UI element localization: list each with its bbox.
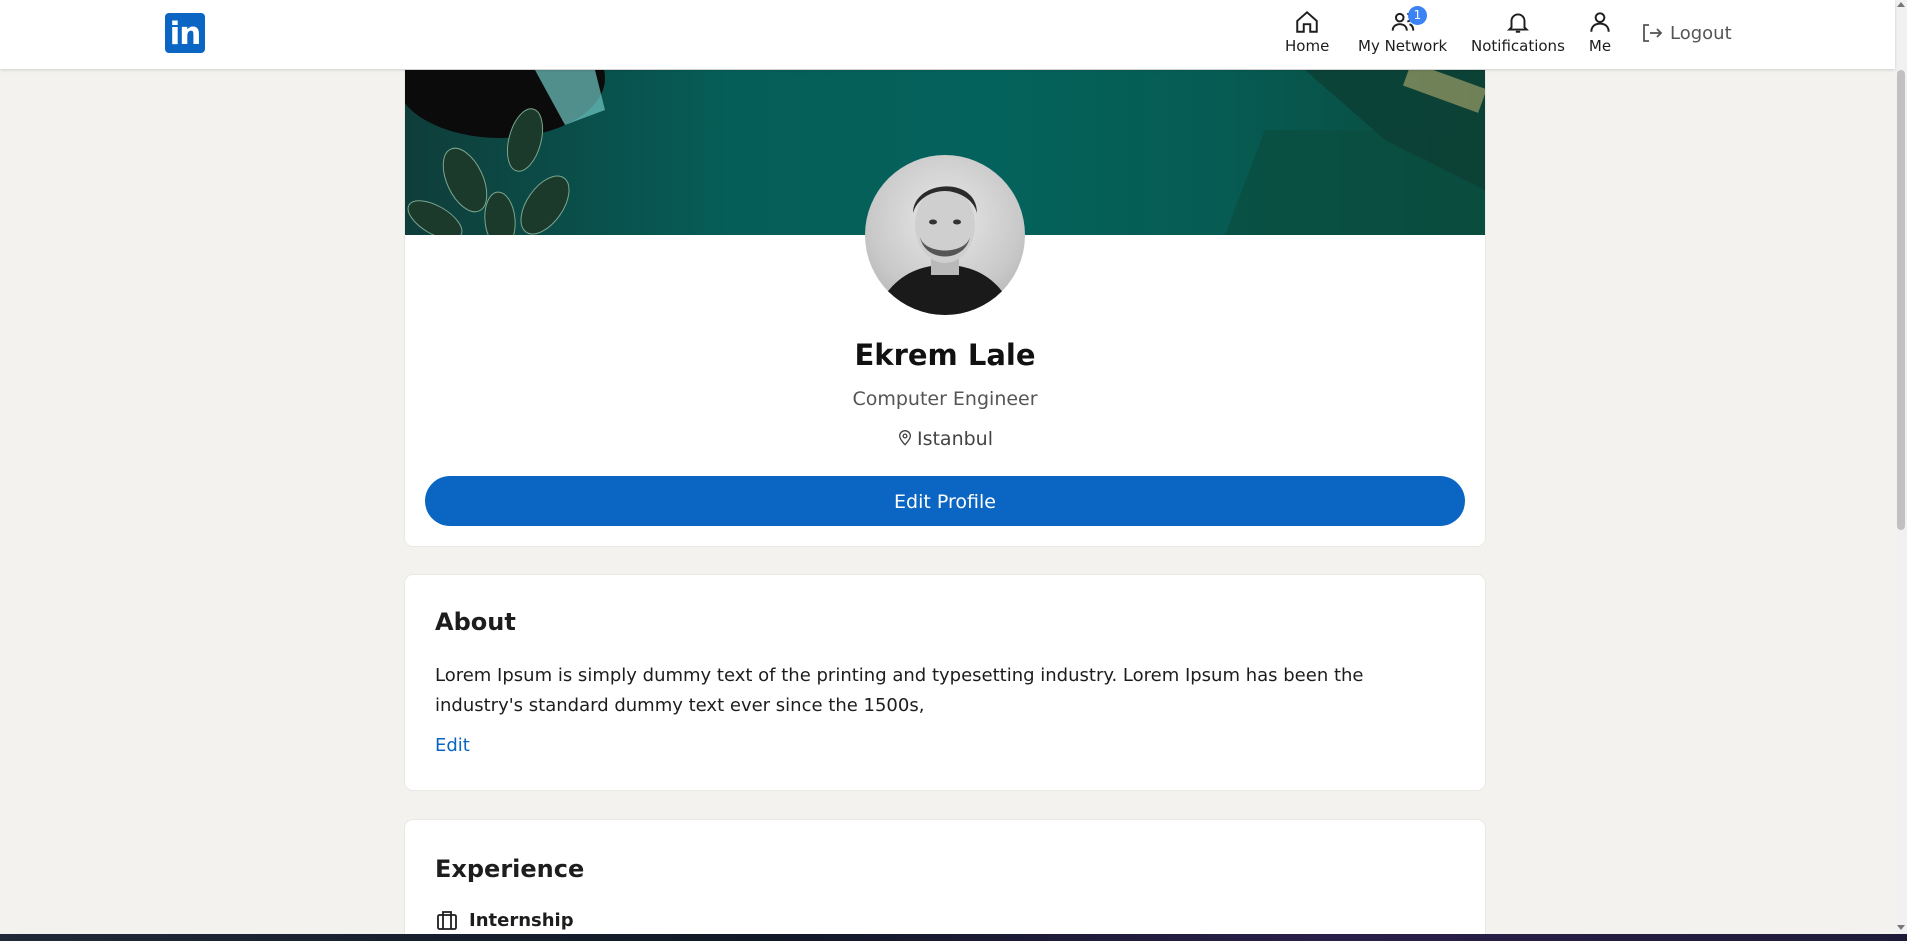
nav-my-network[interactable]: 1 My Network xyxy=(1358,6,1448,55)
avatar-portrait xyxy=(875,186,1015,315)
page-scrollbar[interactable] xyxy=(1895,0,1907,935)
about-edit-link[interactable]: Edit xyxy=(435,735,470,756)
user-icon xyxy=(1590,12,1610,32)
nav-me[interactable]: Me xyxy=(1587,9,1613,55)
linkedin-logo[interactable]: in xyxy=(165,13,205,53)
top-navbar: in Home 1 My Network Notifications Me Lo… xyxy=(0,0,1895,69)
about-text: Lorem Ipsum is simply dummy text of the … xyxy=(435,665,1364,716)
bell-icon xyxy=(1506,13,1529,33)
profile-card: Ekrem Lale Computer Engineer Istanbul Ed… xyxy=(405,70,1485,546)
nav-notifications-label: Notifications xyxy=(1471,37,1565,55)
logout-button[interactable]: Logout xyxy=(1640,21,1732,45)
nav-network-label: My Network xyxy=(1358,37,1448,55)
about-card: About Lorem Ipsum is simply dummy text o… xyxy=(405,575,1485,790)
profile-avatar[interactable] xyxy=(865,155,1025,315)
scroll-thumb[interactable] xyxy=(1897,70,1905,530)
logout-icon xyxy=(1643,24,1663,42)
nav-notifications[interactable]: Notifications xyxy=(1471,9,1565,55)
home-icon xyxy=(1296,10,1318,33)
experience-item-title: Internship xyxy=(469,909,574,931)
profile-headline: Computer Engineer xyxy=(852,388,1038,410)
nav-home[interactable]: Home xyxy=(1285,9,1329,55)
scroll-up-arrow[interactable] xyxy=(1897,2,1905,7)
location-pin-icon xyxy=(898,430,911,446)
profile-location: Istanbul xyxy=(405,428,1485,450)
nav-me-label: Me xyxy=(1588,37,1612,55)
logout-label: Logout xyxy=(1670,22,1732,44)
scroll-down-arrow[interactable] xyxy=(1897,925,1905,930)
briefcase-icon xyxy=(437,911,457,930)
os-taskbar-strip xyxy=(0,934,1907,941)
about-title: About xyxy=(435,608,516,636)
location-text: Istanbul xyxy=(916,428,994,450)
profile-name: Ekrem Lale xyxy=(854,338,1036,372)
experience-card: Experience Internship xyxy=(405,820,1485,941)
experience-title: Experience xyxy=(435,855,585,883)
experience-item[interactable]: Internship xyxy=(435,908,574,932)
network-badge: 1 xyxy=(1408,6,1427,25)
edit-profile-button[interactable]: Edit Profile xyxy=(425,476,1465,526)
nav-home-label: Home xyxy=(1285,37,1330,55)
